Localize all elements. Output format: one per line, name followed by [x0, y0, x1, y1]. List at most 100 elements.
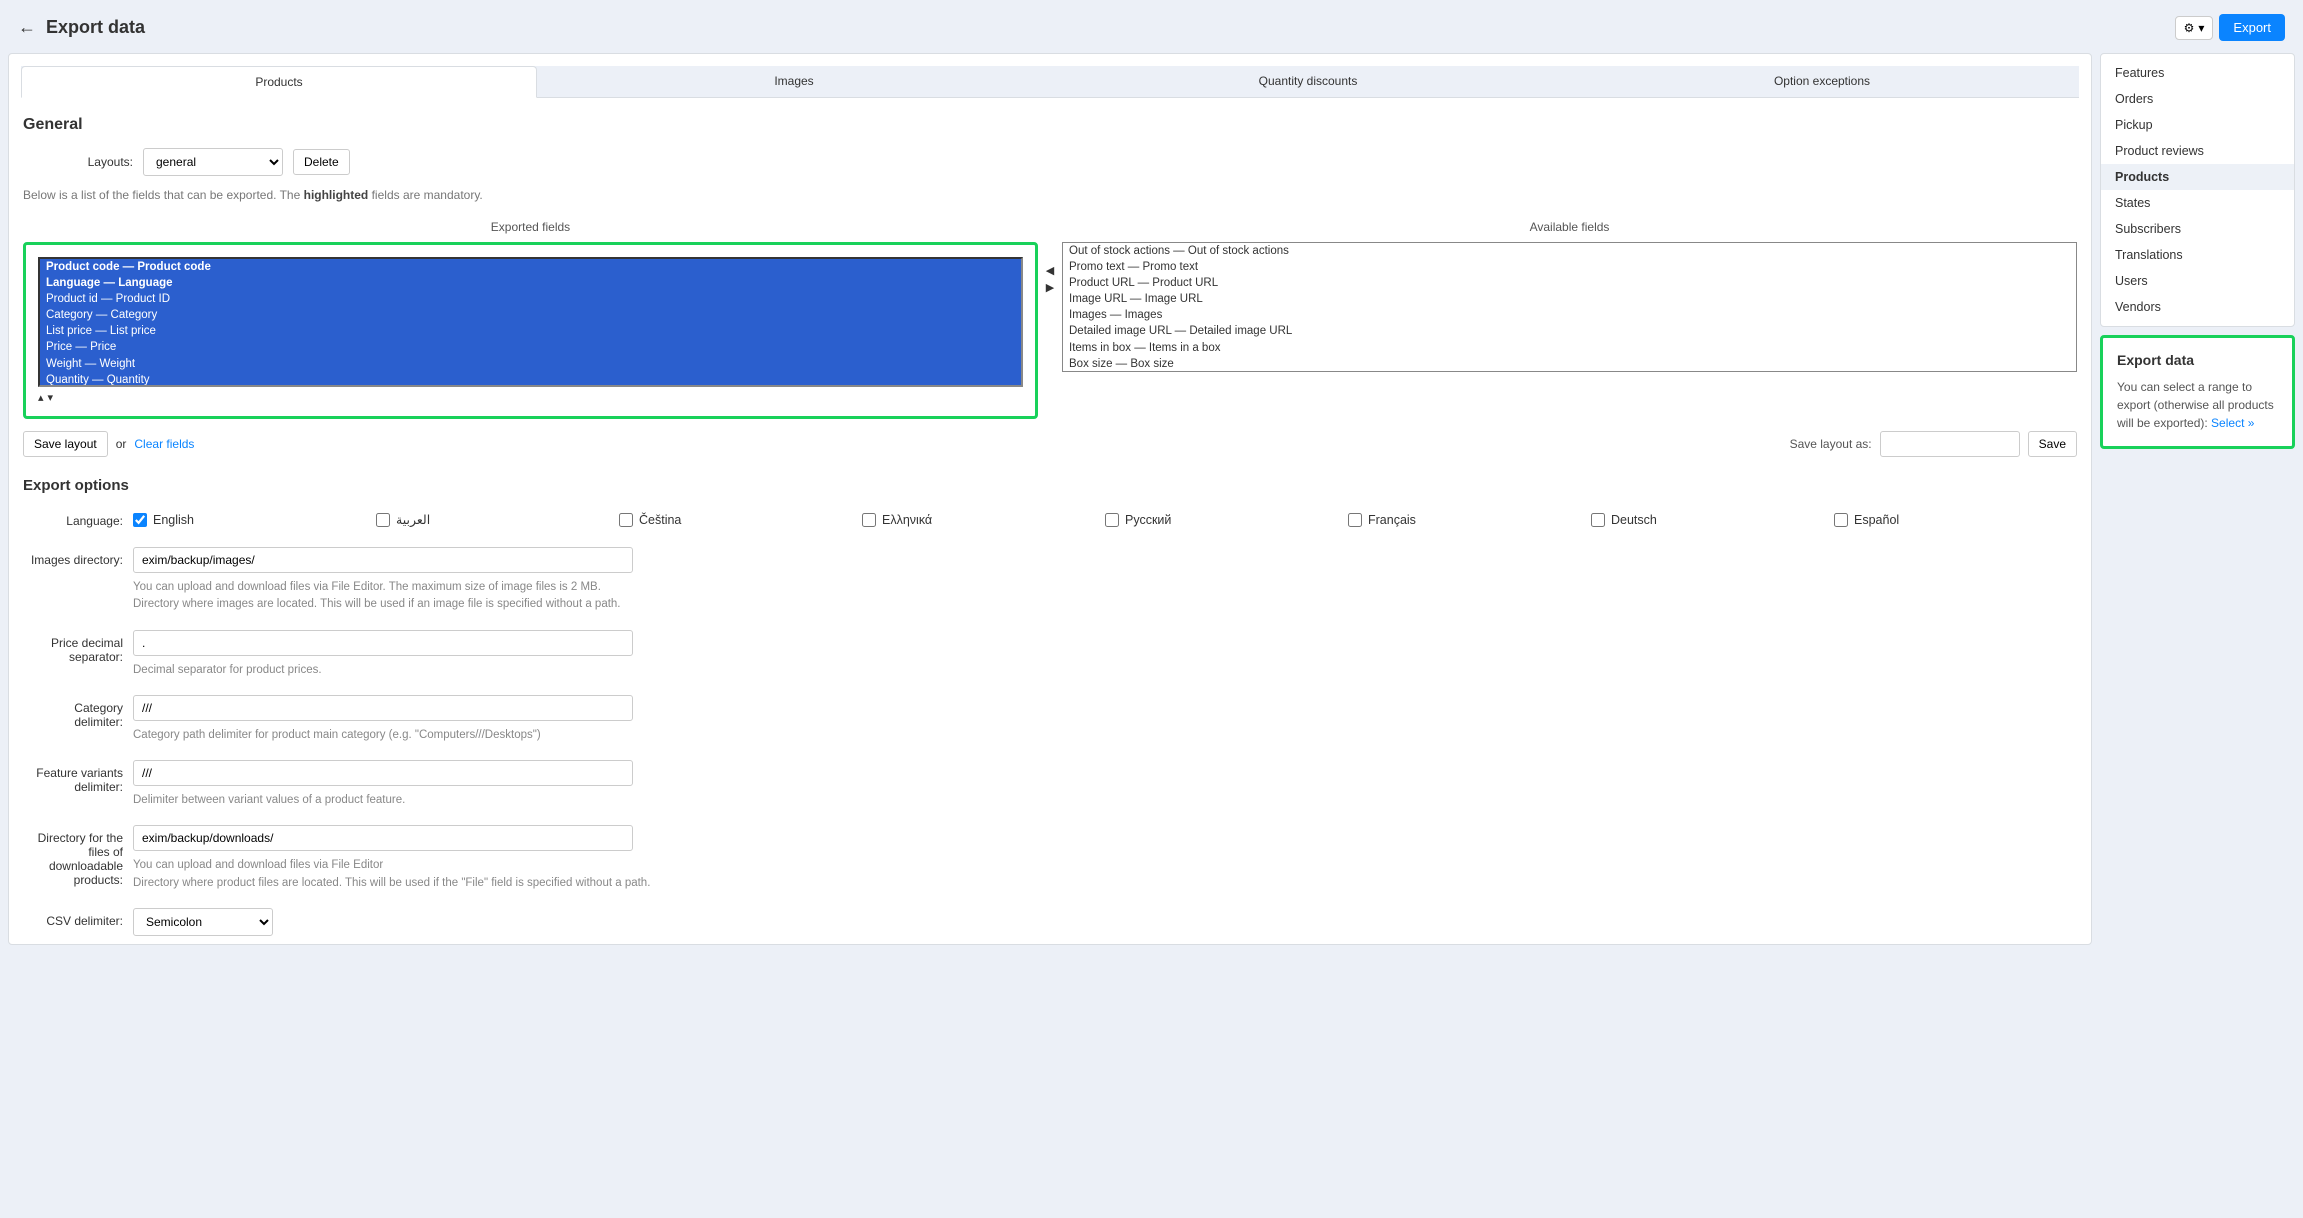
export-info-title: Export data	[2117, 352, 2278, 368]
language-label-text: Français	[1368, 513, 1416, 527]
list-item[interactable]: List price — List price	[40, 323, 1021, 339]
move-right-icon[interactable]: ▶	[1046, 281, 1054, 294]
fields-note: Below is a list of the fields that can b…	[23, 188, 2077, 214]
sidebar-item-product-reviews[interactable]: Product reviews	[2101, 138, 2294, 164]
language-checkbox[interactable]: English	[133, 508, 376, 531]
or-text: or	[116, 437, 127, 451]
sidebar-item-pickup[interactable]: Pickup	[2101, 112, 2294, 138]
list-item[interactable]: Quantity — Quantity	[40, 372, 1021, 387]
move-up-icon[interactable]: ▴	[38, 391, 44, 404]
list-item[interactable]: Detailed image URL — Detailed image URL	[1063, 323, 2076, 339]
checkbox[interactable]	[1105, 513, 1119, 527]
sidebar-item-translations[interactable]: Translations	[2101, 242, 2294, 268]
move-down-icon[interactable]: ▾	[48, 391, 54, 404]
checkbox[interactable]	[1348, 513, 1362, 527]
cat-delim-label: Category delimiter:	[23, 695, 133, 729]
sidebar-panel: FeaturesOrdersPickupProduct reviewsProdu…	[2100, 53, 2295, 327]
feat-delim-label: Feature variants delimiter:	[23, 760, 133, 794]
price-sep-help: Decimal separator for product prices.	[133, 662, 2077, 679]
list-item[interactable]: Image URL — Image URL	[1063, 291, 2076, 307]
settings-gear-button[interactable]: ⚙ ▾	[2175, 16, 2214, 40]
save-layout-as-input[interactable]	[1880, 431, 2020, 457]
back-arrow-icon[interactable]: ←	[18, 17, 36, 38]
exported-fields-title: Exported fields	[23, 220, 1038, 234]
export-info-panel: Export data You can select a range to ex…	[2100, 335, 2295, 449]
move-left-icon[interactable]: ◀	[1046, 264, 1054, 277]
delete-layout-button[interactable]: Delete	[293, 149, 350, 175]
list-item[interactable]: Language — Language	[40, 275, 1021, 291]
checkbox[interactable]	[862, 513, 876, 527]
language-checkbox[interactable]: Deutsch	[1591, 508, 1834, 531]
images-dir-help: You can upload and download files via Fi…	[133, 579, 2077, 614]
price-sep-input[interactable]	[133, 630, 633, 656]
sidebar-item-features[interactable]: Features	[2101, 60, 2294, 86]
images-dir-label: Images directory:	[23, 547, 133, 567]
language-label-text: English	[153, 513, 194, 527]
language-label-text: Čeština	[639, 513, 681, 527]
checkbox[interactable]	[619, 513, 633, 527]
tab-option-exceptions[interactable]: Option exceptions	[1565, 66, 2079, 97]
list-item[interactable]: Category — Category	[40, 307, 1021, 323]
select-range-link[interactable]: Select »	[2211, 416, 2254, 430]
list-item[interactable]: Out of stock actions — Out of stock acti…	[1063, 243, 2076, 259]
export-options-title: Export options	[9, 469, 2091, 500]
save-layout-as-label: Save layout as:	[1790, 437, 1872, 451]
sidebar-item-orders[interactable]: Orders	[2101, 86, 2294, 112]
checkbox[interactable]	[1834, 513, 1848, 527]
clear-fields-link[interactable]: Clear fields	[134, 437, 194, 451]
tab-quantity-discounts[interactable]: Quantity discounts	[1051, 66, 1565, 97]
language-checkbox[interactable]: Español	[1834, 508, 2077, 531]
available-fields-title: Available fields	[1062, 220, 2077, 234]
list-item[interactable]: Price — Price	[40, 339, 1021, 355]
layouts-label: Layouts:	[23, 155, 133, 169]
sidebar-item-states[interactable]: States	[2101, 190, 2294, 216]
download-dir-input[interactable]	[133, 825, 633, 851]
list-item[interactable]: Weight — Weight	[40, 356, 1021, 372]
general-section-title: General	[23, 116, 2077, 134]
language-checkbox[interactable]: Français	[1348, 508, 1591, 531]
tabs-bar: ProductsImagesQuantity discountsOption e…	[21, 66, 2079, 98]
feat-delim-input[interactable]	[133, 760, 633, 786]
cat-delim-help: Category path delimiter for product main…	[133, 727, 2077, 744]
export-info-text: You can select a range to export (otherw…	[2117, 378, 2278, 432]
sidebar-item-subscribers[interactable]: Subscribers	[2101, 216, 2294, 242]
checkbox[interactable]	[1591, 513, 1605, 527]
checkbox[interactable]	[376, 513, 390, 527]
language-checkbox[interactable]: Ελληνικά	[862, 508, 1105, 531]
list-item[interactable]: Items in box — Items in a box	[1063, 340, 2076, 356]
layouts-select[interactable]: general	[143, 148, 283, 176]
list-item[interactable]: Promo text — Promo text	[1063, 259, 2076, 275]
csv-delim-select[interactable]: Semicolon	[133, 908, 273, 936]
download-dir-label: Directory for the files of downloadable …	[23, 825, 133, 887]
exported-fields-list[interactable]: Product code — Product codeLanguage — La…	[38, 257, 1023, 387]
gear-icon: ⚙	[2184, 21, 2195, 35]
content-panel: ProductsImagesQuantity discountsOption e…	[8, 53, 2092, 945]
language-checkbox[interactable]: Русский	[1105, 508, 1348, 531]
tab-products[interactable]: Products	[21, 66, 537, 98]
cat-delim-input[interactable]	[133, 695, 633, 721]
language-checkbox[interactable]: Čeština	[619, 508, 862, 531]
language-checkbox[interactable]: العربية	[376, 508, 619, 531]
checkbox[interactable]	[133, 513, 147, 527]
sidebar-item-vendors[interactable]: Vendors	[2101, 294, 2294, 320]
feat-delim-help: Delimiter between variant values of a pr…	[133, 792, 2077, 809]
language-label-text: Русский	[1125, 513, 1171, 527]
tab-images[interactable]: Images	[537, 66, 1051, 97]
caret-down-icon: ▾	[2198, 21, 2204, 35]
images-dir-input[interactable]	[133, 547, 633, 573]
save-layout-button[interactable]: Save layout	[23, 431, 108, 457]
sidebar-item-products[interactable]: Products	[2101, 164, 2294, 190]
list-item[interactable]: Images — Images	[1063, 307, 2076, 323]
list-item[interactable]: Product id — Product ID	[40, 291, 1021, 307]
available-fields-list[interactable]: Out of stock actions — Out of stock acti…	[1062, 242, 2077, 372]
price-sep-label: Price decimal separator:	[23, 630, 133, 664]
sidebar-item-users[interactable]: Users	[2101, 268, 2294, 294]
export-button[interactable]: Export	[2219, 14, 2285, 41]
language-label: Language:	[23, 508, 133, 528]
list-item[interactable]: Product code — Product code	[40, 259, 1021, 275]
list-item[interactable]: Product URL — Product URL	[1063, 275, 2076, 291]
language-label-text: Ελληνικά	[882, 513, 932, 527]
csv-delim-label: CSV delimiter:	[23, 908, 133, 928]
save-layout-as-button[interactable]: Save	[2028, 431, 2077, 457]
list-item[interactable]: Box size — Box size	[1063, 356, 2076, 372]
